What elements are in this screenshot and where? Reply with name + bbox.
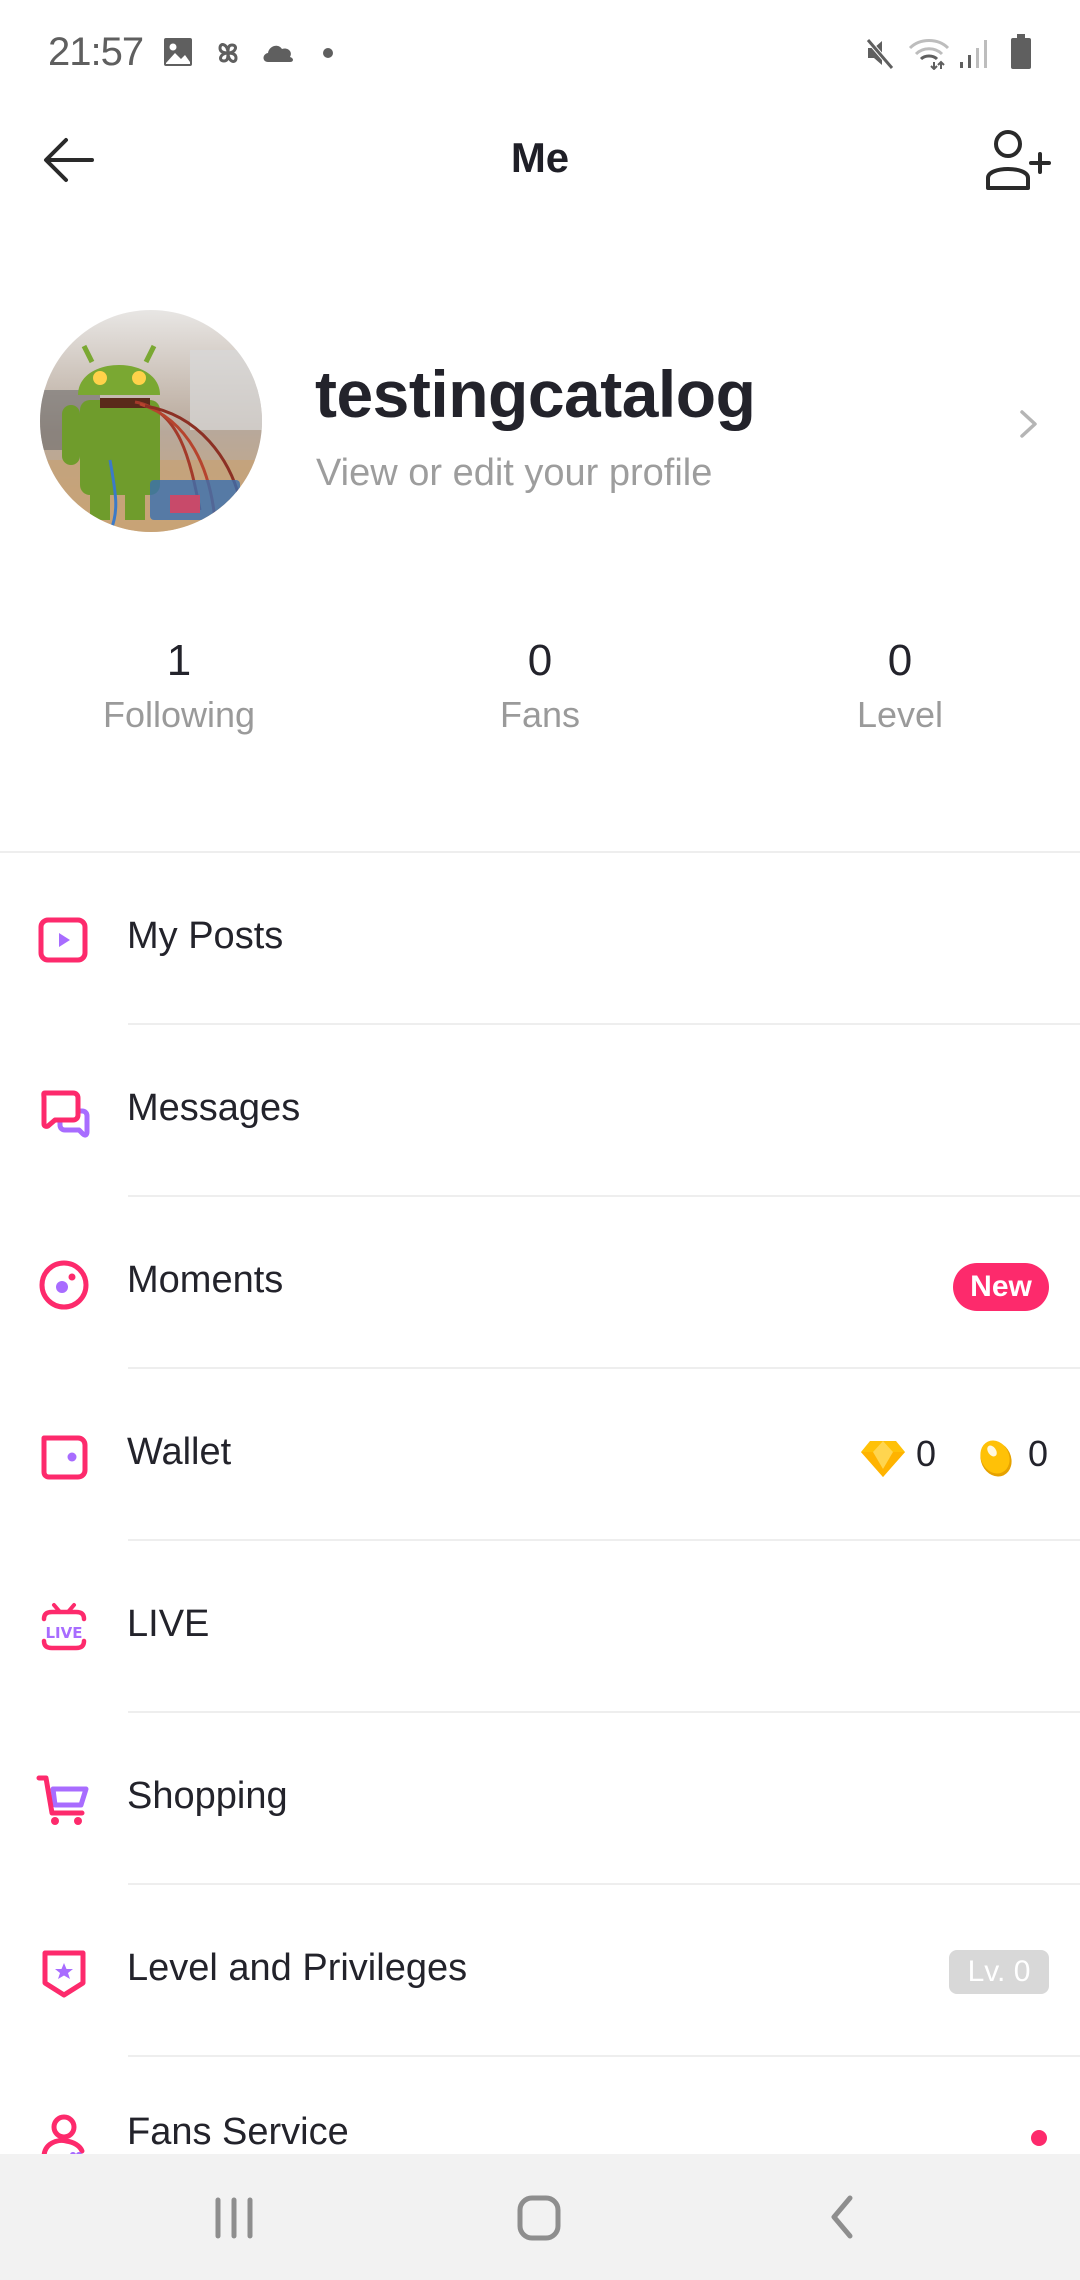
play-square-icon (38, 917, 88, 963)
menu-item-messages[interactable]: Messages (0, 1025, 1080, 1197)
menu-item-wallet[interactable]: Wallet 0 0 (0, 1369, 1080, 1541)
page-title: Me (510, 134, 570, 181)
avatar-image (40, 310, 262, 532)
system-nav-bar (0, 2154, 1080, 2280)
shield-star-icon (42, 1950, 86, 1998)
new-badge: New (953, 1263, 1049, 1311)
svg-text:LIVE: LIVE (46, 1624, 83, 1642)
menu-item-moments[interactable]: Moments New (0, 1197, 1080, 1369)
battery-icon (1011, 34, 1031, 69)
dot-icon (323, 48, 333, 58)
menu-label: Moments (127, 1259, 284, 1301)
mute-icon (866, 38, 894, 70)
coin-count: 0 (1028, 1433, 1049, 1474)
stat-label: Level (856, 694, 944, 735)
profile-card[interactable]: testingcatalog View or edit your profile (0, 300, 1080, 550)
home-button[interactable] (479, 2184, 599, 2254)
moments-circle-icon (39, 1260, 89, 1310)
recents-icon (215, 2197, 253, 2239)
chat-bubbles-icon (41, 1090, 90, 1138)
cloud-icon (263, 45, 293, 62)
add-user-icon (986, 130, 1051, 190)
live-tv-icon: LIVE (41, 1603, 87, 1651)
menu-item-live[interactable]: LIVE LIVE (0, 1541, 1080, 1713)
menu-list: My Posts Messages Moments New Wallet 0 0… (0, 853, 1080, 2229)
cart-icon (36, 1775, 89, 1825)
pinwheel-icon (218, 43, 238, 63)
stat-label: Following (102, 694, 256, 735)
status-time: 21:57 (48, 30, 144, 74)
stat-value: 0 (887, 636, 913, 685)
notification-dot (1031, 2130, 1047, 2146)
wallet-balance: 0 0 (860, 1431, 1060, 1487)
username: testingcatalog (315, 357, 756, 431)
level-badge: Lv. 0 (949, 1950, 1049, 1994)
menu-item-shopping[interactable]: Shopping (0, 1713, 1080, 1885)
stat-value: 1 (166, 636, 192, 685)
menu-label: Fans Service (127, 2111, 349, 2153)
diamond-count: 0 (916, 1433, 937, 1474)
signal-icon (960, 40, 987, 68)
stats-row: 1 Following 0 Fans 0 Level (0, 630, 1080, 760)
menu-label: Level and Privileges (127, 1947, 468, 1989)
menu-label: Shopping (127, 1775, 288, 1817)
status-bar: 21:57 (0, 0, 1080, 104)
home-icon (517, 2195, 561, 2241)
stat-value: 0 (527, 636, 553, 685)
top-app-bar: Me (0, 104, 1080, 214)
stat-fans[interactable]: 0 Fans (390, 630, 690, 736)
add-friend-button[interactable] (982, 126, 1052, 194)
avatar[interactable] (40, 310, 262, 532)
menu-label: LIVE (127, 1603, 210, 1645)
image-icon (164, 38, 192, 66)
coin-icon (980, 1440, 1012, 1477)
stat-level[interactable]: 0 Level (750, 630, 1050, 736)
wallet-icon (41, 1435, 88, 1480)
back-icon (831, 2195, 853, 2239)
profile-subtitle: View or edit your profile (316, 452, 713, 494)
menu-item-my-posts[interactable]: My Posts (0, 853, 1080, 1025)
system-back-button[interactable] (782, 2184, 902, 2254)
menu-label: My Posts (127, 915, 284, 957)
menu-label: Wallet (127, 1431, 232, 1473)
stat-following[interactable]: 1 Following (29, 630, 329, 736)
diamond-icon (861, 1441, 905, 1477)
menu-label: Messages (127, 1087, 301, 1129)
stat-label: Fans (499, 694, 581, 735)
menu-item-level-privileges[interactable]: Level and Privileges Lv. 0 (0, 1885, 1080, 2057)
chevron-right-icon (1020, 410, 1037, 438)
wifi-icon (908, 39, 950, 70)
recents-button[interactable] (176, 2184, 296, 2254)
